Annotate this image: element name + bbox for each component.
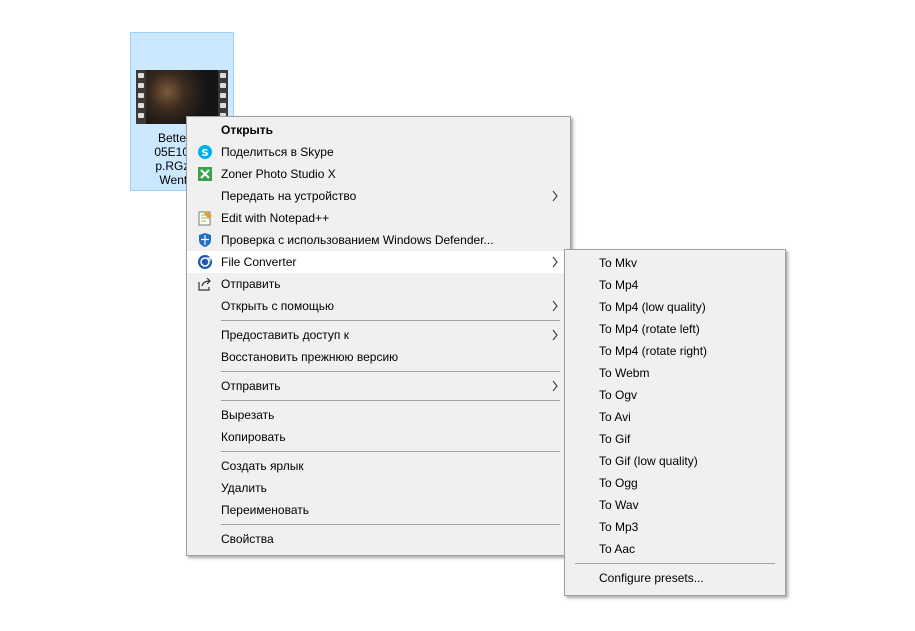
menu-item-give-access[interactable]: Предоставить доступ к <box>187 324 570 346</box>
menu-item-share[interactable]: Отправить <box>187 273 570 295</box>
menu-separator <box>187 521 570 528</box>
svg-text:S: S <box>201 148 208 159</box>
context-menu: Открыть S Поделиться в Skype Zoner Photo… <box>186 116 571 556</box>
menu-item-share-skype-label: Поделиться в Skype <box>221 145 334 159</box>
submenu-item-label: To Ogg <box>599 476 638 490</box>
chevron-right-icon <box>552 300 558 312</box>
submenu-item-label: To Ogv <box>599 388 638 402</box>
submenu-item-label: To Webm <box>599 366 650 380</box>
menu-item-rename-label: Переименовать <box>221 503 309 517</box>
menu-item-rename[interactable]: Переименовать <box>187 499 570 521</box>
windows-defender-icon <box>199 233 211 247</box>
menu-item-defender-scan[interactable]: Проверка с использованием Windows Defend… <box>187 229 570 251</box>
submenu-item-to-mp4-rotate-left[interactable]: To Mp4 (rotate left) <box>565 318 785 340</box>
menu-item-send-to[interactable]: Отправить <box>187 375 570 397</box>
menu-item-create-shortcut[interactable]: Создать ярлык <box>187 455 570 477</box>
submenu-item-label: To Gif <box>599 432 631 446</box>
menu-item-zoner[interactable]: Zoner Photo Studio X <box>187 163 570 185</box>
submenu-item-label: Configure presets... <box>599 571 704 585</box>
menu-item-notepad-label: Edit with Notepad++ <box>221 211 330 225</box>
menu-item-open[interactable]: Открыть <box>187 119 570 141</box>
submenu-item-to-gif[interactable]: To Gif <box>565 428 785 450</box>
submenu-item-to-mp4[interactable]: To Mp4 <box>565 274 785 296</box>
menu-item-share-label: Отправить <box>221 277 281 291</box>
menu-item-restore-version[interactable]: Восстановить прежнюю версию <box>187 346 570 368</box>
menu-item-delete-label: Удалить <box>221 481 267 495</box>
submenu-item-to-gif-low[interactable]: To Gif (low quality) <box>565 450 785 472</box>
file-converter-submenu: To Mkv To Mp4 To Mp4 (low quality) To Mp… <box>564 249 786 596</box>
menu-item-copy-label: Копировать <box>221 430 286 444</box>
menu-item-open-label: Открыть <box>221 123 274 137</box>
chevron-right-icon <box>552 256 558 268</box>
menu-item-share-skype[interactable]: S Поделиться в Skype <box>187 141 570 163</box>
submenu-item-to-mp3[interactable]: To Mp3 <box>565 516 785 538</box>
submenu-item-to-mkv[interactable]: To Mkv <box>565 252 785 274</box>
submenu-item-label: To Mkv <box>599 256 638 270</box>
chevron-right-icon <box>552 190 558 202</box>
menu-item-cut[interactable]: Вырезать <box>187 404 570 426</box>
menu-item-cut-label: Вырезать <box>221 408 275 422</box>
submenu-item-label: To Avi <box>599 410 631 424</box>
file-converter-icon <box>198 255 212 269</box>
submenu-item-label: To Aac <box>599 542 636 556</box>
menu-item-cast-label: Передать на устройство <box>221 189 357 203</box>
menu-item-properties-label: Свойства <box>221 532 274 546</box>
menu-item-give-access-label: Предоставить доступ к <box>221 328 349 342</box>
desktop: Better.Ca 05E10.WE p.RGzsRu Wentwor Откр… <box>0 0 915 631</box>
submenu-item-label: To Mp4 (rotate left) <box>599 322 700 336</box>
submenu-item-label: To Mp4 <box>599 278 639 292</box>
menu-separator <box>565 560 785 567</box>
submenu-item-label: To Mp4 (rotate right) <box>599 344 708 358</box>
menu-item-notepad[interactable]: Edit with Notepad++ <box>187 207 570 229</box>
menu-item-open-with-label: Открыть с помощью <box>221 299 335 313</box>
menu-item-file-converter-label: File Converter <box>221 255 297 269</box>
menu-item-copy[interactable]: Копировать <box>187 426 570 448</box>
submenu-item-to-mp4-rotate-right[interactable]: To Mp4 (rotate right) <box>565 340 785 362</box>
zoner-icon <box>198 167 212 181</box>
submenu-item-to-aac[interactable]: To Aac <box>565 538 785 560</box>
chevron-right-icon <box>552 329 558 341</box>
menu-item-file-converter[interactable]: File Converter <box>187 251 570 273</box>
menu-separator <box>187 368 570 375</box>
submenu-item-configure-presets[interactable]: Configure presets... <box>565 567 785 589</box>
submenu-item-to-wav[interactable]: To Wav <box>565 494 785 516</box>
skype-icon: S <box>198 145 212 159</box>
submenu-item-to-avi[interactable]: To Avi <box>565 406 785 428</box>
share-icon <box>198 277 211 291</box>
film-strip-left <box>136 70 146 124</box>
menu-separator <box>187 397 570 404</box>
submenu-item-to-webm[interactable]: To Webm <box>565 362 785 384</box>
menu-separator <box>187 317 570 324</box>
submenu-item-to-mp4-low[interactable]: To Mp4 (low quality) <box>565 296 785 318</box>
menu-separator <box>187 448 570 455</box>
menu-item-open-with[interactable]: Открыть с помощью <box>187 295 570 317</box>
menu-item-send-to-label: Отправить <box>221 379 281 393</box>
chevron-right-icon <box>552 380 558 392</box>
menu-item-delete[interactable]: Удалить <box>187 477 570 499</box>
menu-item-cast-to-device[interactable]: Передать на устройство <box>187 185 570 207</box>
submenu-item-to-ogv[interactable]: To Ogv <box>565 384 785 406</box>
menu-item-zoner-label: Zoner Photo Studio X <box>221 167 336 181</box>
menu-item-defender-label: Проверка с использованием Windows Defend… <box>221 233 494 247</box>
submenu-item-to-ogg[interactable]: To Ogg <box>565 472 785 494</box>
submenu-item-label: To Gif (low quality) <box>599 454 698 468</box>
menu-item-properties[interactable]: Свойства <box>187 528 570 550</box>
submenu-item-label: To Mp4 (low quality) <box>599 300 706 314</box>
menu-item-create-shortcut-label: Создать ярлык <box>221 459 304 473</box>
notepad-plus-plus-icon <box>198 211 212 226</box>
submenu-item-label: To Mp3 <box>599 520 639 534</box>
menu-item-restore-label: Восстановить прежнюю версию <box>221 350 399 364</box>
submenu-item-label: To Wav <box>599 498 639 512</box>
